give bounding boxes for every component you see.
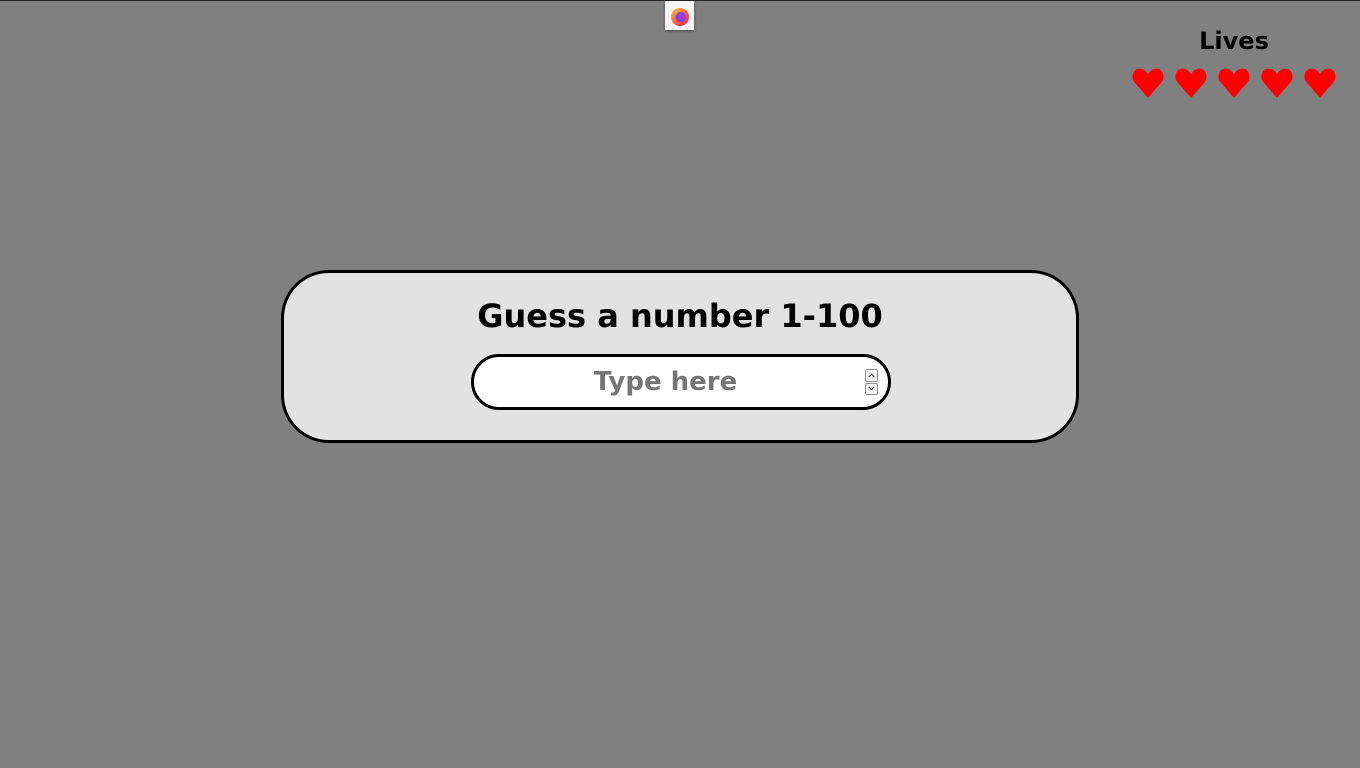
lives-panel: Lives bbox=[1126, 26, 1342, 101]
firefox-badge[interactable] bbox=[665, 1, 694, 30]
firefox-icon bbox=[670, 7, 689, 26]
guess-card: Guess a number 1-100 bbox=[281, 270, 1079, 443]
lives-hearts bbox=[1126, 65, 1342, 101]
spinner-up-button[interactable] bbox=[865, 369, 878, 382]
heart-icon bbox=[1132, 68, 1164, 98]
heart-icon bbox=[1218, 68, 1250, 98]
chevron-down-icon bbox=[868, 386, 875, 391]
heart-icon bbox=[1261, 68, 1293, 98]
heart-icon bbox=[1175, 68, 1207, 98]
chevron-up-icon bbox=[868, 373, 875, 378]
spinner-down-button[interactable] bbox=[865, 382, 878, 395]
guess-input[interactable] bbox=[494, 357, 852, 407]
heart-icon bbox=[1304, 68, 1336, 98]
lives-title: Lives bbox=[1199, 27, 1269, 55]
number-spinner[interactable] bbox=[865, 369, 878, 395]
guess-prompt: Guess a number 1-100 bbox=[477, 297, 883, 335]
guess-field[interactable] bbox=[471, 354, 891, 410]
